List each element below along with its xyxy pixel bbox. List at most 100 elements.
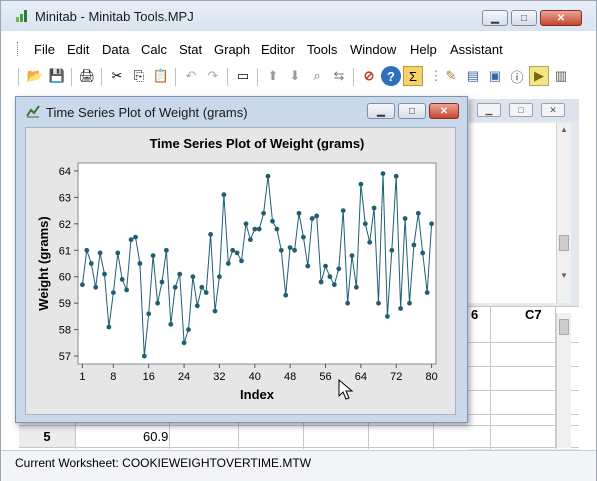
data-point <box>358 181 364 187</box>
menu-help[interactable]: Help <box>410 42 437 57</box>
session-icon[interactable]: ▭ <box>233 66 253 86</box>
maximize-icon: □ <box>518 105 524 115</box>
find-icon[interactable]: ⌕ <box>307 66 327 86</box>
data-point <box>336 266 342 272</box>
scroll-up-icon[interactable]: ▲ <box>560 125 568 134</box>
y-tick-label: 59 <box>59 298 71 310</box>
worksheet-scrollbar[interactable] <box>556 313 571 448</box>
brush-icon[interactable]: ✎ <box>441 66 461 86</box>
paste-icon[interactable]: 📋 <box>151 66 171 86</box>
menu-data[interactable]: Data <box>102 42 129 57</box>
data-point <box>270 218 275 224</box>
y-axis-label: Weight (grams) <box>36 216 51 310</box>
data-point <box>340 208 346 213</box>
copy-icon[interactable]: ⎘ <box>129 66 149 86</box>
data-point <box>212 308 218 314</box>
data-point <box>217 274 222 280</box>
data-point <box>119 277 125 282</box>
undo-icon[interactable]: ↶ <box>181 66 201 86</box>
print-icon[interactable]: 🖨 <box>77 66 97 86</box>
x-tick-label: 16 <box>143 371 155 383</box>
data-point <box>133 234 138 240</box>
column-header[interactable]: C7 <box>525 307 542 322</box>
session-scrollbar[interactable]: ▲ ▼ <box>556 123 571 303</box>
data-point <box>331 282 337 288</box>
up-icon[interactable]: ⬆ <box>263 66 283 86</box>
column-header[interactable]: 6 <box>471 307 478 322</box>
scroll-thumb[interactable] <box>559 319 569 335</box>
menu-tools[interactable]: Tools <box>307 42 337 57</box>
data-point <box>367 239 373 245</box>
data-point <box>327 274 333 280</box>
data-point <box>239 258 244 264</box>
replace-icon[interactable]: ⇆ <box>329 66 349 86</box>
data-point <box>354 284 359 290</box>
menu-graph[interactable]: Graph <box>214 42 250 57</box>
data-point <box>301 234 306 240</box>
data-point <box>230 247 236 253</box>
menu-window[interactable]: Window <box>350 42 396 57</box>
next-icon[interactable]: ▶ <box>529 66 549 86</box>
graph-window[interactable]: Time Series Plot of Weight (grams) ▁ □ ✕… <box>15 96 468 423</box>
graph-minimize-button[interactable]: ▁ <box>367 103 395 119</box>
data-point <box>194 303 200 309</box>
data-point <box>305 263 311 269</box>
session-pane[interactable] <box>469 123 565 303</box>
status-bar: Current Worksheet: COOKIEWEIGHTOVERTIME.… <box>1 450 596 481</box>
info-icon[interactable]: ⓘ <box>507 66 527 86</box>
data-point <box>208 232 214 237</box>
stack-icon[interactable]: ▤ <box>463 66 483 86</box>
open-icon[interactable]: 📂 <box>25 66 45 86</box>
graph-canvas[interactable]: Time Series Plot of Weight (grams) 1 8 16 24… <box>25 127 456 415</box>
scroll-down-icon[interactable]: ▼ <box>560 271 568 280</box>
worksheet-cell[interactable]: 60.9 <box>143 429 168 444</box>
row-header[interactable]: 5 <box>19 426 75 447</box>
title-bar: Minitab - Minitab Tools.MPJ ▁ □ ✕ <box>1 1 596 31</box>
data-point <box>97 250 103 256</box>
minitab-window: Minitab - Minitab Tools.MPJ ▁ □ ✕ File E… <box>0 0 597 481</box>
maximize-button[interactable]: □ <box>511 10 537 26</box>
session-minimize-button[interactable]: ▁ <box>477 103 501 117</box>
sigma-icon[interactable]: Σ <box>403 66 423 86</box>
data-point <box>106 324 112 330</box>
session-close-button[interactable]: ✕ <box>541 103 565 117</box>
data-point <box>261 210 266 216</box>
minimize-button[interactable]: ▁ <box>482 10 508 26</box>
menu-assistant[interactable]: Assistant <box>450 42 503 57</box>
data-point <box>407 300 412 306</box>
menu-edit[interactable]: Edit <box>67 42 89 57</box>
menu-file[interactable]: File <box>34 42 55 57</box>
close-icon: ✕ <box>556 12 566 24</box>
scroll-thumb[interactable] <box>559 235 569 251</box>
data-point <box>283 292 289 298</box>
document-icon[interactable]: ▥ <box>551 66 571 86</box>
menu-calc[interactable]: Calc <box>141 42 167 57</box>
graph-close-button[interactable]: ✕ <box>429 103 459 119</box>
minimize-icon: ▁ <box>377 105 385 117</box>
data-point <box>172 284 178 290</box>
windows-icon[interactable]: ▣ <box>485 66 505 86</box>
save-icon[interactable]: 💾 <box>47 66 67 86</box>
close-icon: ✕ <box>549 105 557 115</box>
cut-icon[interactable]: ✂ <box>107 66 127 86</box>
data-point <box>111 290 116 295</box>
menu-stat[interactable]: Stat <box>179 42 202 57</box>
y-tick-label: 64 <box>59 166 71 178</box>
redo-icon[interactable]: ↷ <box>203 66 223 86</box>
data-point <box>292 247 297 253</box>
y-tick-label: 60 <box>59 272 71 284</box>
menu-editor[interactable]: Editor <box>261 42 295 57</box>
data-point <box>398 306 403 311</box>
help-icon[interactable]: ? <box>381 66 401 86</box>
down-icon[interactable]: ⬇ <box>285 66 305 86</box>
toolbar: 📂 💾 🖨 ✂ ⎘ 📋 ↶ ↷ ▭ ⬆ ⬇ ⌕ ⇆ ⊘ ? Σ ⋮ ✎ ▤ ▣ … <box>1 64 596 90</box>
session-maximize-button[interactable]: □ <box>509 103 533 117</box>
graph-maximize-button[interactable]: □ <box>398 103 426 119</box>
y-tick-label: 61 <box>59 245 71 257</box>
data-point <box>190 274 196 280</box>
close-button[interactable]: ✕ <box>540 10 582 26</box>
session-titlebar: ▁ □ ✕ <box>469 99 579 121</box>
data-point <box>314 213 320 219</box>
stop-icon[interactable]: ⊘ <box>359 66 379 86</box>
close-icon: ✕ <box>439 105 449 117</box>
